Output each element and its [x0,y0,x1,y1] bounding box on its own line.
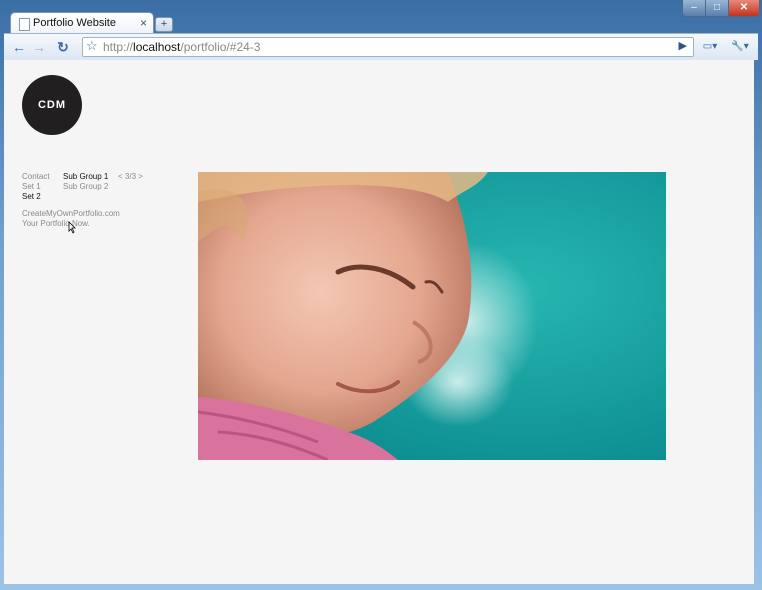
address-bar[interactable]: ☆ http://localhost/portfolio/#24-3 ▶ [82,37,694,57]
credit-tagline[interactable]: Your Portfolio Now. [22,219,90,228]
minimize-button[interactable]: – [682,0,706,17]
tab-title: Portfolio Website [33,17,116,29]
new-tab-button[interactable]: + [155,17,173,32]
page-content: CDM Contact Set 1 Set 2 Sub Group 1 Sub … [4,60,754,584]
tools-menu-icon[interactable]: 🔧▾ [726,38,754,56]
maximize-button[interactable]: □ [705,0,729,17]
browser-tab[interactable]: Portfolio Website × [10,12,154,35]
close-window-button[interactable]: ✕ [728,0,760,17]
image-pager[interactable]: < 3/3 > [118,172,143,181]
browser-toolbar: ← → ↻ ☆ http://localhost/portfolio/#24-3… [4,33,758,60]
site-logo[interactable]: CDM [22,75,82,135]
forward-icon[interactable]: → [30,38,48,56]
nav-sub-group-2[interactable]: Sub Group 2 [63,182,108,191]
child-portrait-image [198,172,666,460]
url-path: /portfolio/#24-3 [180,40,261,54]
page-icon [19,18,30,31]
nav-contact[interactable]: Contact [22,172,50,181]
reload-icon[interactable]: ↻ [54,38,72,56]
portfolio-photo[interactable] [198,172,666,460]
url-text[interactable]: http://localhost/portfolio/#24-3 [103,40,260,54]
nav-sub-group-1[interactable]: Sub Group 1 [63,172,108,181]
nav-set-2[interactable]: Set 2 [22,192,41,201]
url-prefix: http:// [103,40,134,54]
nav-set-1[interactable]: Set 1 [22,182,41,191]
back-icon[interactable]: ← [10,38,28,56]
tab-close-icon[interactable]: × [140,16,147,30]
credit-link[interactable]: CreateMyOwnPortfolio.com [22,209,120,218]
go-icon[interactable]: ▶ [679,39,687,52]
url-host: localhost [133,40,181,54]
mouse-cursor-icon [68,221,76,234]
browser-window: – □ ✕ Portfolio Website × + ← → ↻ ☆ http… [0,0,762,590]
page-menu-icon[interactable]: ▭▾ [698,38,722,56]
bookmark-star-icon[interactable]: ☆ [86,38,98,54]
